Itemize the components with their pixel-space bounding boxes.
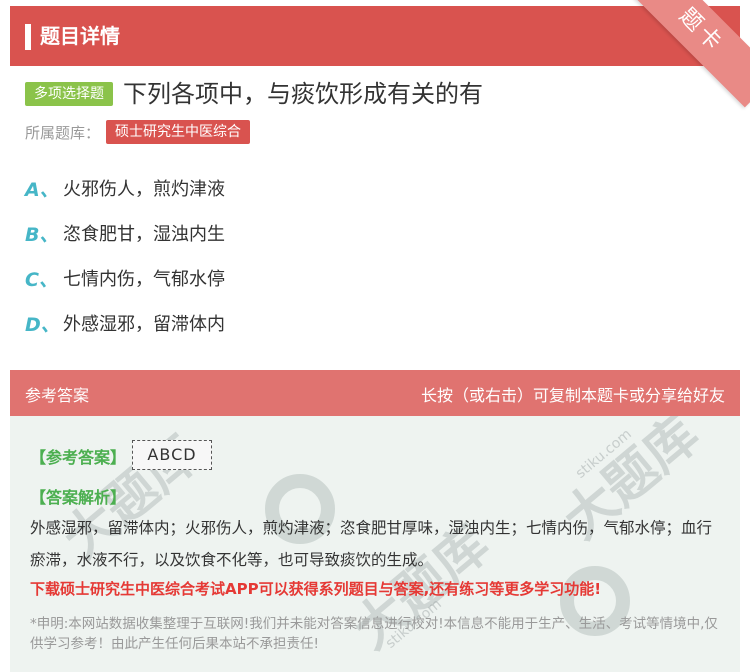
share-hint: 长按（或右击）可复制本题卡或分享给好友	[420, 386, 725, 405]
bank-label: 所属题库：	[25, 123, 101, 142]
page-title: 题目详情	[40, 24, 120, 48]
option-letter: D、	[25, 313, 60, 336]
app-download-promo[interactable]: 下载硕士研究生中医综合考试APP可以获得系列题目与答案,还有练习等更多学习功能!	[30, 578, 601, 599]
option-b[interactable]: B、 恣食肥甘，湿浊内生	[25, 220, 225, 246]
question-row: 多项选择题 下列各项中，与痰饮形成有关的有	[25, 78, 483, 110]
reference-answer-value[interactable]: ABCD	[132, 440, 212, 470]
option-c[interactable]: C、 七情内伤，气郁水停	[25, 265, 225, 291]
option-letter: B、	[25, 223, 59, 246]
option-d[interactable]: D、 外感湿邪，留滞体内	[25, 310, 225, 336]
analysis-label: 【答案解析】	[30, 488, 127, 507]
answer-section-title: 参考答案	[25, 386, 90, 405]
option-text: 七情内伤，气郁水停	[63, 269, 225, 290]
question-text: 下列各项中，与痰饮形成有关的有	[123, 80, 483, 108]
question-type-badge: 多项选择题	[25, 82, 113, 106]
disclaimer-text: *申明:本网站数据收集整理于互联网!我们并未能对答案信息进行校对!本信息不能用于…	[30, 616, 718, 652]
option-text: 火邪伤人，煎灼津液	[63, 179, 225, 200]
option-letter: A、	[25, 178, 59, 201]
reference-answer-label: 【参考答案】	[30, 448, 127, 467]
option-letter: C、	[25, 268, 58, 291]
header-accent-bar	[25, 24, 31, 50]
bank-tag[interactable]: 硕士研究生中医综合	[106, 120, 251, 144]
answer-section-body: 大题库 大题库 大题库 stiku.com stiku.com 【参考答案】 A…	[10, 416, 740, 672]
answer-section-header: 参考答案 长按（或右击）可复制本题卡或分享给好友	[10, 370, 740, 416]
option-text: 外感湿邪，留滞体内	[63, 314, 225, 335]
option-a[interactable]: A、 火邪伤人，煎灼津液	[25, 175, 225, 201]
option-text: 恣食肥甘，湿浊内生	[63, 224, 225, 245]
question-bank-row: 所属题库： 硕士研究生中医综合	[25, 120, 251, 144]
analysis-text: 外感湿邪，留滞体内；火邪伤人，煎灼津液；恣食肥甘厚味，湿浊内生；七情内伤，气郁水…	[30, 519, 713, 569]
page-header: 题目详情	[10, 6, 740, 66]
